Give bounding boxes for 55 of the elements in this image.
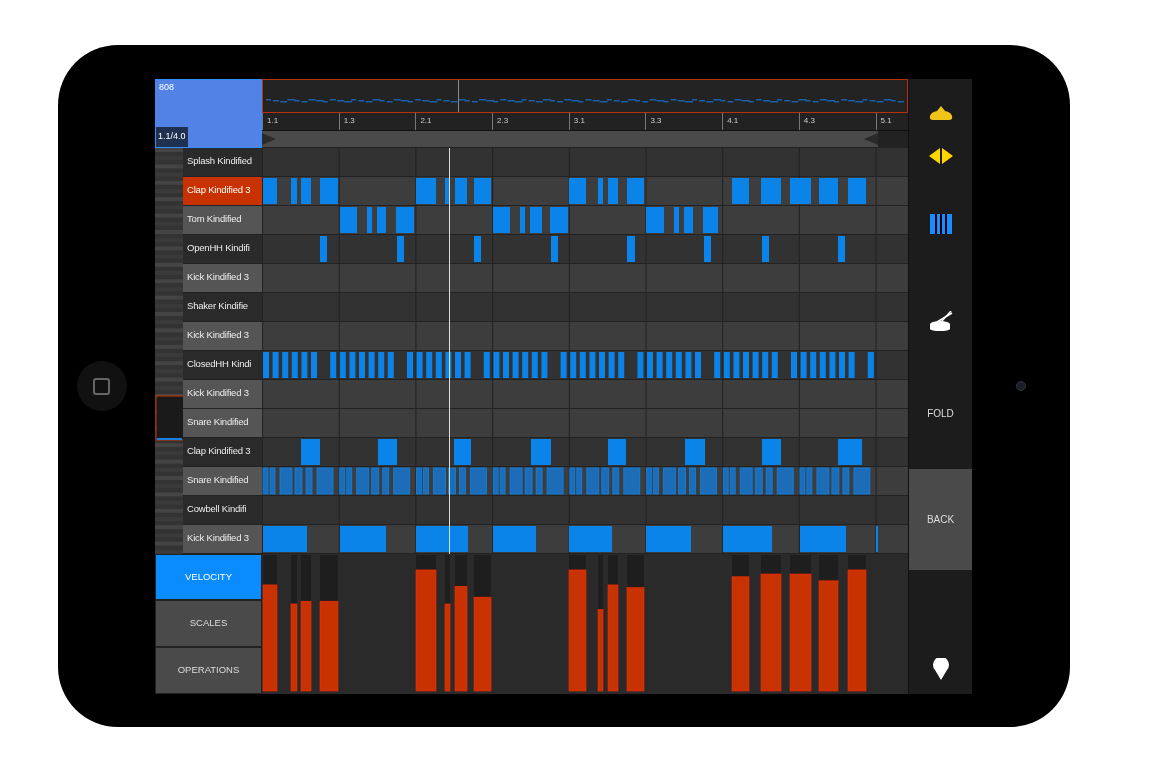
velocity-lane[interactable] (597, 554, 604, 691)
pattern-position: 1.1/4.0 (156, 127, 188, 147)
track-name[interactable]: Snare Kindified (183, 408, 262, 438)
velocity-bar[interactable] (473, 596, 492, 691)
velocity-bar[interactable] (290, 603, 298, 691)
home-button[interactable] (76, 361, 127, 411)
track-name[interactable]: Clap Kindified 3 (183, 437, 262, 467)
velocity-lane[interactable] (454, 554, 468, 691)
track-name[interactable]: Kick Kindified 3 (183, 379, 262, 409)
camera-icon (1016, 381, 1026, 391)
pattern-name: 808 (158, 80, 176, 94)
velocity-bar[interactable] (607, 584, 619, 691)
velocity-lane[interactable] (262, 554, 278, 691)
piano-keys-icon[interactable] (929, 213, 952, 234)
velocity-bar[interactable] (818, 580, 839, 691)
velocity-bar[interactable] (319, 600, 339, 691)
left-right-arrows-icon[interactable] (928, 147, 953, 164)
track-name[interactable]: Cowbell Kindifi (183, 495, 262, 525)
velocity-lane[interactable] (731, 554, 750, 691)
track-name[interactable]: Splash Kindified (183, 147, 262, 177)
back-button[interactable]: BACK (909, 468, 972, 570)
velocity-lane[interactable] (300, 554, 312, 691)
track-name[interactable]: Shaker Kindifie (183, 292, 262, 322)
velocity-bar[interactable] (626, 586, 645, 691)
track-name[interactable]: Snare Kindified (183, 466, 262, 496)
velocity-lane[interactable] (626, 554, 645, 691)
velocity-bar[interactable] (444, 603, 451, 691)
velocity-lane[interactable] (818, 554, 839, 691)
fold-label[interactable]: FOLD (927, 406, 954, 421)
play-triangle-icon (262, 132, 276, 145)
track-name[interactable]: Kick Kindified 3 (183, 524, 262, 554)
velocity-lane[interactable] (444, 554, 451, 691)
pattern-block[interactable]: 808 1.1/4.0 (155, 78, 262, 148)
track-name[interactable]: Kick Kindified 3 (183, 321, 262, 351)
velocity-bar[interactable] (597, 608, 604, 691)
track-name[interactable]: Kick Kindified 3 (183, 263, 262, 293)
track-name[interactable]: OpenHH Kindifi (183, 234, 262, 264)
track-name[interactable]: Tom Kindified (183, 205, 262, 235)
velocity-lane[interactable] (607, 554, 619, 691)
velocity-bar[interactable] (454, 585, 468, 691)
velocity-lane[interactable] (473, 554, 492, 691)
square-icon (93, 377, 110, 395)
track-name[interactable]: Clap Kindified 3 (183, 176, 262, 206)
note-block[interactable] (448, 467, 456, 494)
velocity-bar[interactable] (300, 600, 312, 691)
velocity-tab[interactable]: SCALES (155, 600, 262, 647)
dome-icon[interactable] (928, 106, 953, 120)
drum-icon[interactable] (928, 311, 953, 331)
velocity-lane[interactable] (319, 554, 339, 691)
velocity-lane[interactable] (290, 554, 298, 691)
velocity-bar[interactable] (262, 584, 278, 691)
track-name[interactable]: ClosedHH Kindi (183, 350, 262, 380)
velocity-tab[interactable]: OPERATIONS (155, 646, 262, 694)
velocity-bar[interactable] (731, 575, 750, 691)
location-pin-icon[interactable] (932, 657, 949, 680)
